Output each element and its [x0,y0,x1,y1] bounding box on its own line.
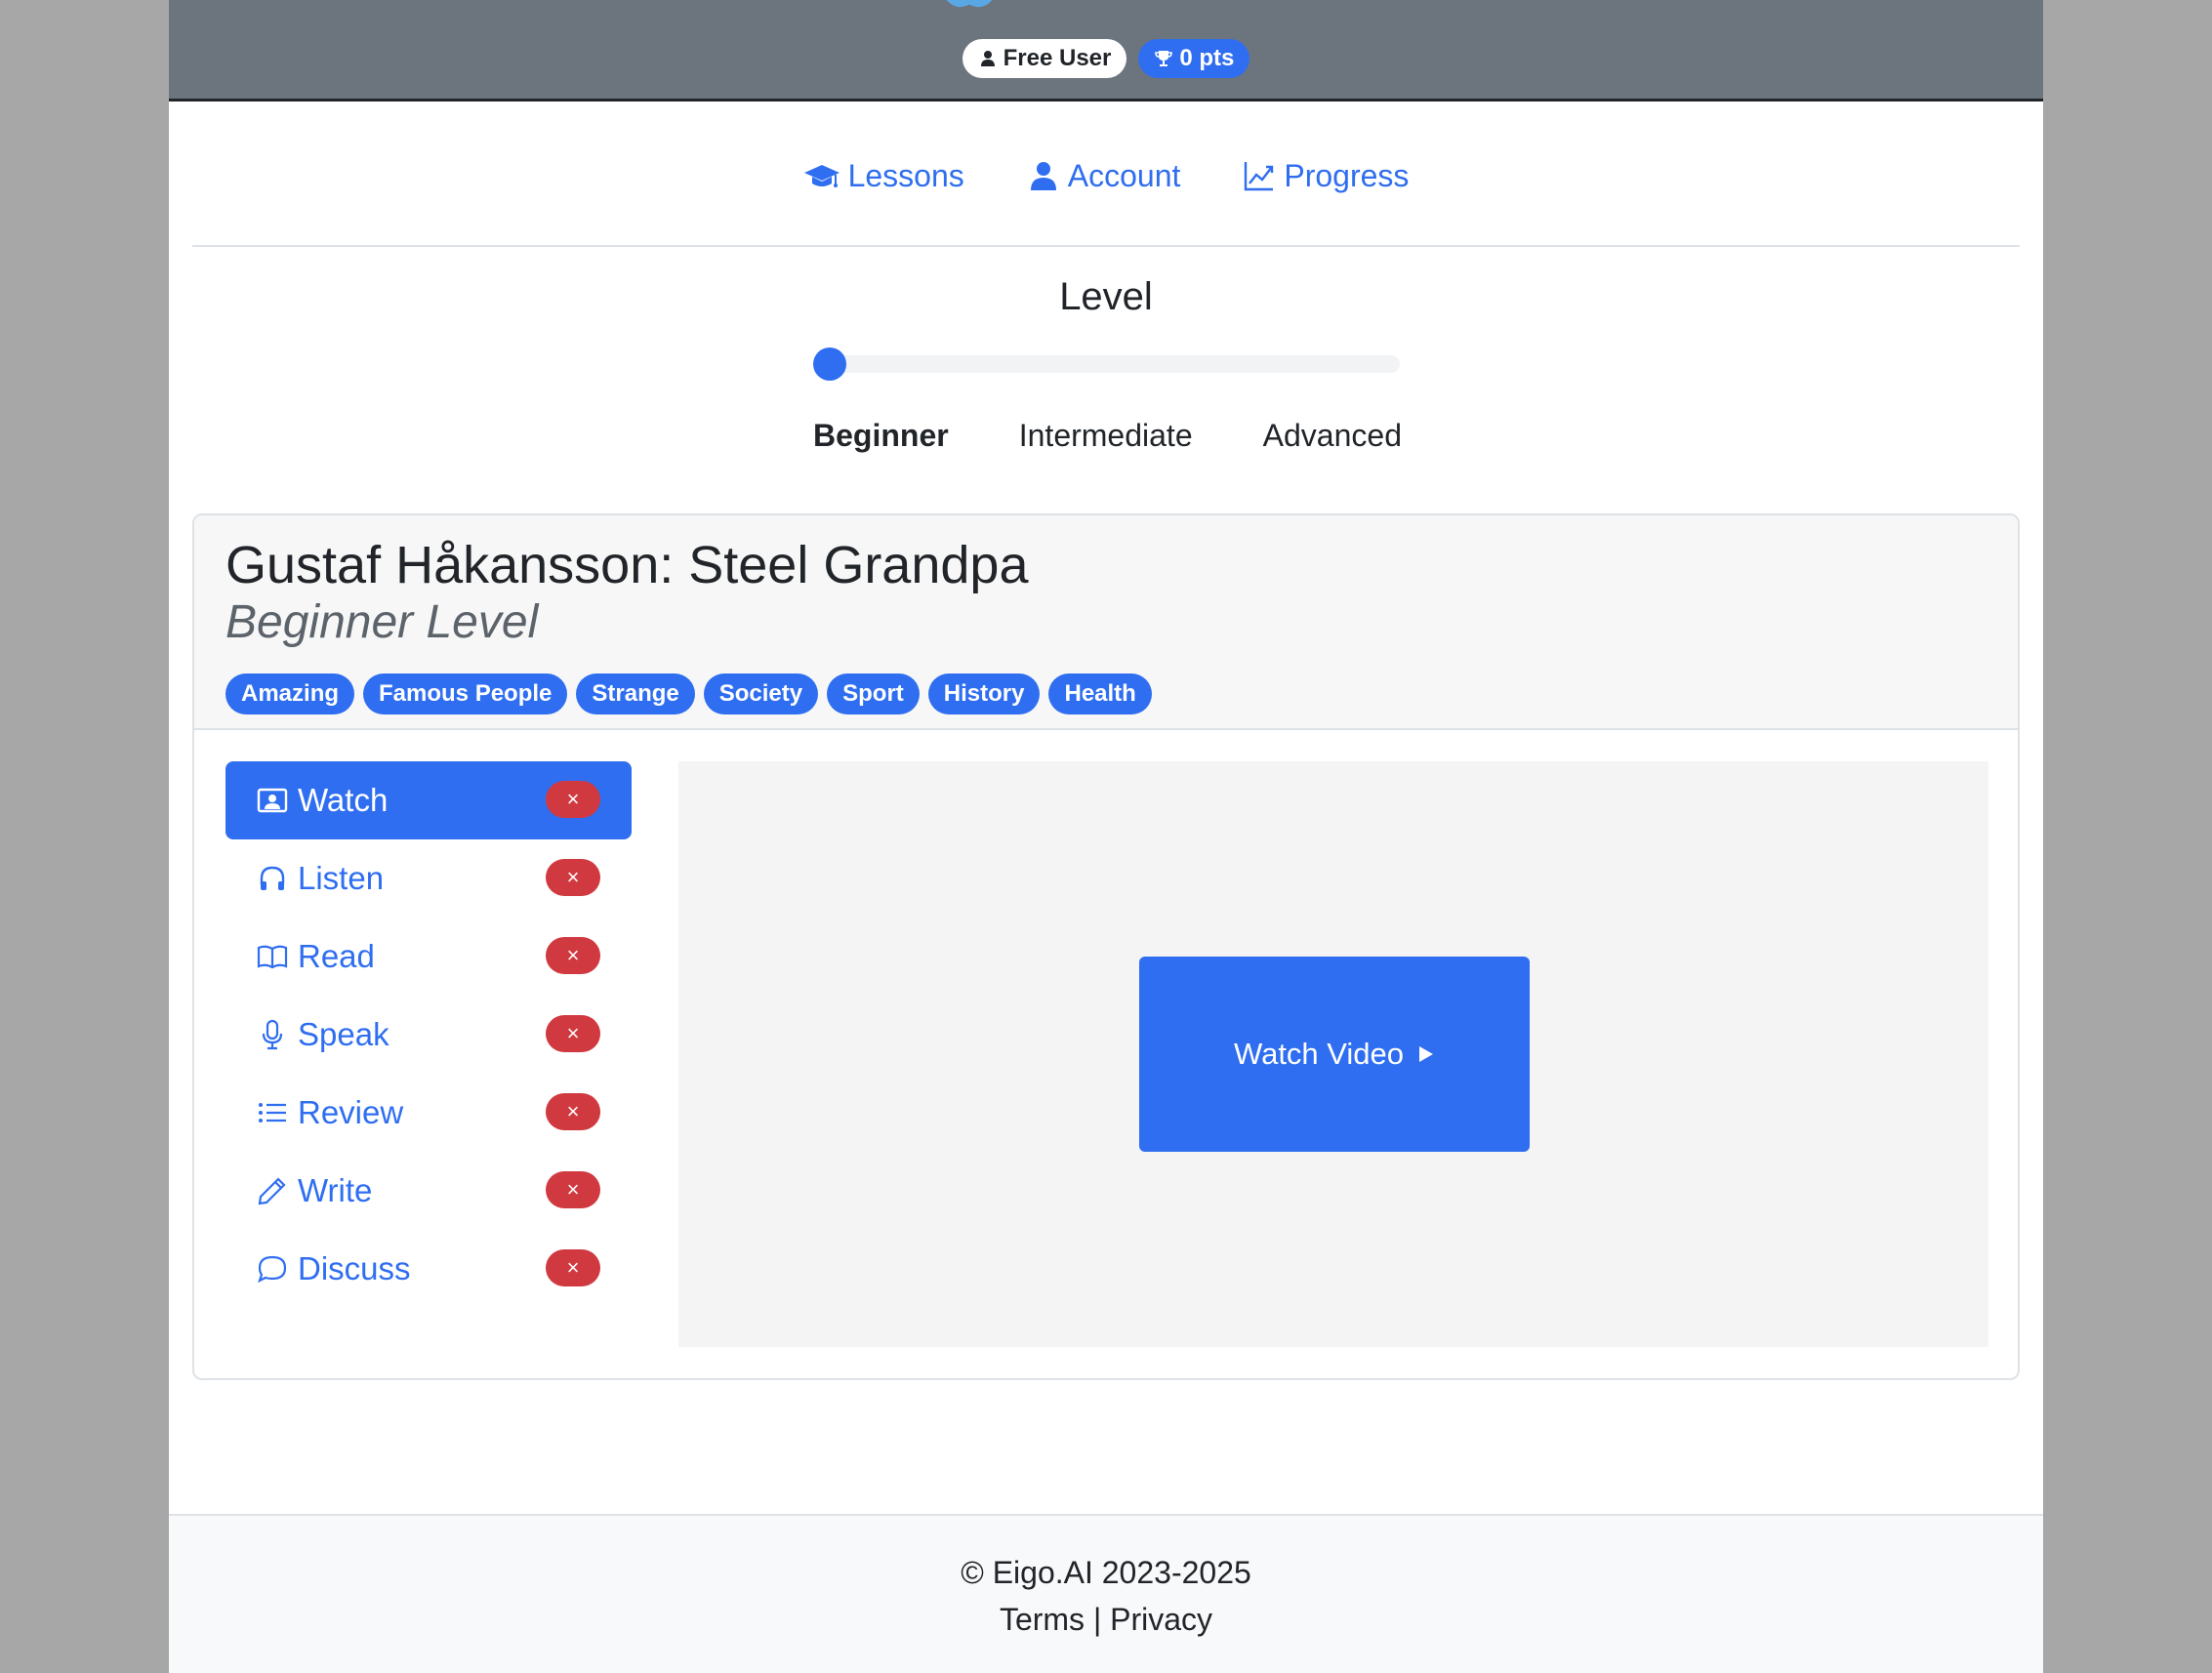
menu-item-discuss[interactable]: Discuss × [225,1230,632,1308]
lesson-card: Gustaf Håkansson: Steel Grandpa Beginner… [192,513,2020,1380]
user-icon [1030,162,1056,190]
tag-society[interactable]: Society [703,673,819,714]
lesson-tags: Amazing Famous People Strange Society Sp… [225,673,1152,714]
menu-item-speak[interactable]: Speak × [225,996,632,1074]
list-icon [257,1097,288,1128]
status-badge: × [546,1249,600,1286]
user-status-label: Free User [1003,45,1112,71]
watch-video-label: Watch Video [1233,1037,1405,1071]
pencil-icon [257,1175,288,1206]
menu-item-label: Watch [298,782,389,818]
activity-menu: Watch × Listen × Read × Speak × Review ×… [225,761,632,1308]
points-badge[interactable]: 0 pts [1138,39,1250,78]
microphone-icon [257,1019,288,1050]
tag-famous-people[interactable]: Famous People [363,673,568,714]
logo-icon[interactable] [940,0,999,12]
menu-item-watch[interactable]: Watch × [225,761,632,839]
menu-item-label: Speak [298,1016,389,1052]
menu-item-label: Discuss [298,1250,411,1286]
user-status-badge[interactable]: Free User [962,39,1127,78]
nav-account[interactable]: Account [1027,146,1181,205]
play-icon [1419,1046,1434,1062]
menu-item-read[interactable]: Read × [225,918,632,996]
menu-item-listen[interactable]: Listen × [225,839,632,918]
footer: © Eigo.AI 2023-2025 Terms | Privacy [169,1514,2043,1673]
lesson-title: Gustaf Håkansson: Steel Grandpa [225,536,1029,594]
level-option-intermediate[interactable]: Intermediate [1019,418,1193,454]
user-icon [980,51,995,66]
tag-history[interactable]: History [927,673,1041,714]
graduation-cap-icon [803,165,840,187]
nav-divider [192,245,2020,247]
status-badge: × [546,937,600,974]
level-option-beginner[interactable]: Beginner [813,418,949,454]
status-badge: × [546,781,600,818]
status-badge: × [546,1171,600,1208]
menu-item-label: Write [298,1172,373,1208]
tag-amazing[interactable]: Amazing [225,673,355,714]
tag-strange[interactable]: Strange [576,673,695,714]
level-options: Beginner Intermediate Advanced [813,418,1402,454]
footer-separator: | [1092,1602,1102,1637]
level-slider-track[interactable] [814,355,1400,373]
menu-item-write[interactable]: Write × [225,1152,632,1230]
video-panel: Watch Video [678,761,1988,1347]
nav-progress-label: Progress [1284,157,1410,193]
status-badge: × [546,1093,600,1130]
book-icon [257,941,288,972]
terms-link[interactable]: Terms [1000,1602,1085,1637]
main-nav: Lessons Account Progress [169,146,2043,205]
page: Free User 0 pts Lessons Account Progress… [169,0,2043,1673]
status-badge: × [546,859,600,896]
level-option-advanced[interactable]: Advanced [1263,418,1402,454]
status-badge: × [546,1015,600,1052]
headphones-icon [257,863,288,894]
header-badges: Free User 0 pts [169,39,2043,82]
nav-lessons[interactable]: Lessons [803,146,964,205]
points-label: 0 pts [1179,45,1235,71]
trophy-icon [1155,51,1173,66]
chat-icon [257,1253,288,1285]
menu-item-review[interactable]: Review × [225,1074,632,1152]
privacy-link[interactable]: Privacy [1110,1602,1212,1637]
nav-progress[interactable]: Progress [1243,146,1409,205]
level-slider-thumb[interactable] [813,347,846,381]
menu-item-label: Read [298,938,375,974]
menu-item-label: Review [298,1094,404,1130]
tag-sport[interactable]: Sport [827,673,920,714]
top-header: Free User 0 pts [169,0,2043,102]
watch-video-button[interactable]: Watch Video [1139,957,1530,1152]
video-icon [257,785,288,816]
tag-health[interactable]: Health [1048,673,1152,714]
lesson-card-header: Gustaf Håkansson: Steel Grandpa Beginner… [194,515,2018,730]
nav-lessons-label: Lessons [847,157,964,193]
copyright-text: © Eigo.AI 2023-2025 [961,1555,1251,1590]
nav-account-label: Account [1067,157,1181,193]
lesson-level-label: Beginner Level [225,596,539,648]
menu-item-label: Listen [298,860,385,896]
chart-line-icon [1245,162,1274,191]
footer-links: Terms | Privacy [169,1602,2043,1638]
level-heading: Level [1059,275,1153,318]
